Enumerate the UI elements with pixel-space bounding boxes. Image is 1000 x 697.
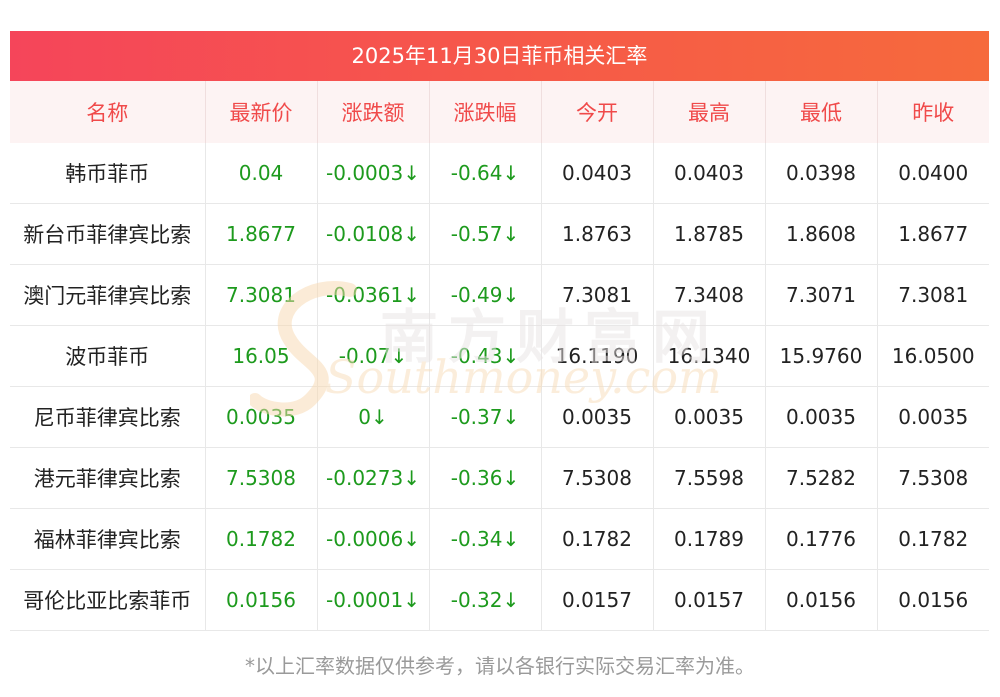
cell-change: -0.0361↓ (317, 264, 430, 326)
cell-open: 1.8763 (541, 203, 654, 265)
cell-prev-close: 0.0156 (877, 569, 989, 631)
cell-low: 1.8608 (765, 203, 878, 265)
cell-name: 港元菲律宾比索 (10, 447, 206, 509)
cell-low: 7.5282 (765, 447, 878, 509)
cell-change-pct: -0.32↓ (429, 569, 542, 631)
col-header-change-pct: 涨跌幅 (429, 81, 542, 143)
cell-change-pct: -0.43↓ (429, 325, 542, 387)
cell-latest: 7.5308 (205, 447, 318, 509)
table-row: 福林菲律宾比索 0.1782 -0.0006↓ -0.34↓ 0.1782 0.… (10, 508, 989, 570)
cell-change-pct: -0.34↓ (429, 508, 542, 570)
col-header-open: 今开 (541, 81, 654, 143)
cell-high: 7.3408 (653, 264, 766, 326)
cell-change: -0.0108↓ (317, 203, 430, 265)
cell-open: 16.1190 (541, 325, 654, 387)
cell-name: 福林菲律宾比索 (10, 508, 206, 570)
cell-name: 澳门元菲律宾比索 (10, 264, 206, 326)
cell-open: 7.5308 (541, 447, 654, 509)
cell-name: 新台币菲律宾比索 (10, 203, 206, 265)
cell-latest: 0.0035 (205, 386, 318, 448)
cell-prev-close: 7.5308 (877, 447, 989, 509)
cell-low: 0.0156 (765, 569, 878, 631)
cell-prev-close: 7.3081 (877, 264, 989, 326)
disclaimer-footnote: *以上汇率数据仅供参考，请以各银行实际交易汇率为准。 (245, 654, 755, 678)
table-title: 2025年11月30日菲币相关汇率 (10, 31, 989, 81)
cell-name: 波币菲币 (10, 325, 206, 387)
table-row: 韩币菲币 0.04 -0.0003↓ -0.64↓ 0.0403 0.0403 … (10, 143, 989, 204)
cell-high: 0.0157 (653, 569, 766, 631)
header-row: 名称 最新价 涨跌额 涨跌幅 今开 最高 最低 昨收 (10, 81, 989, 143)
table-row: 尼币菲律宾比索 0.0035 0↓ -0.37↓ 0.0035 0.0035 0… (10, 386, 989, 448)
table-row: 哥伦比亚比索菲币 0.0156 -0.0001↓ -0.32↓ 0.0157 0… (10, 569, 989, 631)
cell-change-pct: -0.57↓ (429, 203, 542, 265)
cell-high: 0.0403 (653, 143, 766, 204)
table-row: 波币菲币 16.05 -0.07↓ -0.43↓ 16.1190 16.1340… (10, 325, 989, 387)
cell-latest: 0.0156 (205, 569, 318, 631)
cell-change-pct: -0.64↓ (429, 143, 542, 204)
cell-prev-close: 0.1782 (877, 508, 989, 570)
cell-latest: 0.1782 (205, 508, 318, 570)
cell-high: 7.5598 (653, 447, 766, 509)
cell-change: -0.0001↓ (317, 569, 430, 631)
cell-latest: 16.05 (205, 325, 318, 387)
cell-high: 1.8785 (653, 203, 766, 265)
col-header-name: 名称 (10, 81, 206, 143)
col-header-latest: 最新价 (205, 81, 318, 143)
cell-change-pct: -0.36↓ (429, 447, 542, 509)
cell-name: 尼币菲律宾比索 (10, 386, 206, 448)
cell-low: 0.1776 (765, 508, 878, 570)
cell-change-pct: -0.49↓ (429, 264, 542, 326)
col-header-high: 最高 (653, 81, 766, 143)
cell-change: -0.0006↓ (317, 508, 430, 570)
cell-change-pct: -0.37↓ (429, 386, 542, 448)
cell-change: -0.07↓ (317, 325, 430, 387)
table-row: 澳门元菲律宾比索 7.3081 -0.0361↓ -0.49↓ 7.3081 7… (10, 264, 989, 326)
exchange-rate-table: 名称 最新价 涨跌额 涨跌幅 今开 最高 最低 昨收 韩币菲币 0.04 -0.… (10, 81, 989, 631)
cell-change: 0↓ (317, 386, 430, 448)
col-header-change: 涨跌额 (317, 81, 430, 143)
cell-name: 韩币菲币 (10, 143, 206, 204)
cell-open: 0.0157 (541, 569, 654, 631)
col-header-prev-close: 昨收 (877, 81, 989, 143)
cell-latest: 7.3081 (205, 264, 318, 326)
cell-prev-close: 0.0035 (877, 386, 989, 448)
cell-high: 0.0035 (653, 386, 766, 448)
cell-high: 16.1340 (653, 325, 766, 387)
cell-low: 15.9760 (765, 325, 878, 387)
cell-open: 0.0035 (541, 386, 654, 448)
cell-latest: 1.8677 (205, 203, 318, 265)
cell-low: 7.3071 (765, 264, 878, 326)
col-header-low: 最低 (765, 81, 878, 143)
rate-table-panel: 2025年11月30日菲币相关汇率 名称 最新价 涨跌额 涨跌幅 今开 最高 最… (10, 31, 989, 631)
cell-change: -0.0003↓ (317, 143, 430, 204)
cell-prev-close: 0.0400 (877, 143, 989, 204)
cell-low: 0.0035 (765, 386, 878, 448)
cell-prev-close: 16.0500 (877, 325, 989, 387)
cell-open: 0.0403 (541, 143, 654, 204)
cell-high: 0.1789 (653, 508, 766, 570)
cell-change: -0.0273↓ (317, 447, 430, 509)
cell-prev-close: 1.8677 (877, 203, 989, 265)
table-row: 新台币菲律宾比索 1.8677 -0.0108↓ -0.57↓ 1.8763 1… (10, 203, 989, 265)
cell-open: 7.3081 (541, 264, 654, 326)
cell-name: 哥伦比亚比索菲币 (10, 569, 206, 631)
cell-latest: 0.04 (205, 143, 318, 204)
cell-low: 0.0398 (765, 143, 878, 204)
table-row: 港元菲律宾比索 7.5308 -0.0273↓ -0.36↓ 7.5308 7.… (10, 447, 989, 509)
cell-open: 0.1782 (541, 508, 654, 570)
